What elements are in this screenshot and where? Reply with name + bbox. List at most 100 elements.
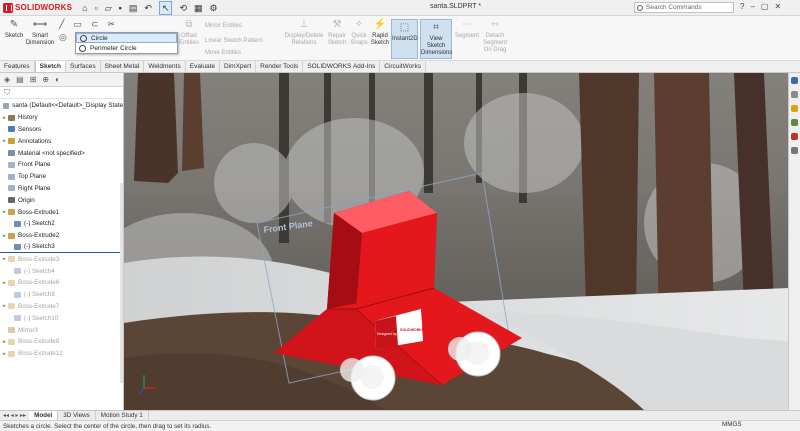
expand-arrow-icon[interactable]: ▸ [2, 256, 7, 262]
rapid-sketch-button[interactable]: ⚡ Rapid Sketch [370, 19, 390, 47]
restore-icon[interactable]: ▢ [761, 2, 769, 11]
move-entities-button[interactable]: Move Entities [205, 50, 241, 56]
appearances-icon[interactable] [791, 133, 798, 140]
print-icon[interactable]: ▤ [129, 2, 138, 14]
units-selector[interactable]: MMGS [722, 421, 742, 428]
tree-item[interactable]: (-) Sketch9 [0, 289, 123, 301]
tree-item[interactable]: ▸ Boss-Extrude1 [0, 206, 123, 218]
trim-icon[interactable]: ✂ [107, 19, 115, 30]
bottom-tab-motion-study-1[interactable]: Motion Study 1 [96, 410, 149, 421]
design-library-icon[interactable] [791, 91, 798, 98]
tree-root[interactable]: santa (Default<<Default>_Display State [0, 100, 123, 112]
tree-item[interactable]: Front Plane [0, 159, 123, 171]
tree-item[interactable]: Mirror3 [0, 324, 123, 336]
segment-button[interactable]: ⋯ Segment [454, 19, 480, 40]
dimxpert-tab-icon[interactable]: ⊕ [42, 75, 49, 84]
tree-item[interactable]: Top Plane [0, 171, 123, 183]
display-manager-tab-icon[interactable]: ◐ [55, 75, 60, 84]
rebuild-icon[interactable]: ⟲ [179, 2, 187, 14]
custom-properties-icon[interactable] [791, 147, 798, 154]
tab-circuitworks[interactable]: CircuitWorks [380, 61, 426, 72]
tab-features[interactable]: Features [0, 61, 35, 72]
rectangle-icon[interactable]: ▭ [73, 19, 82, 30]
panel-scrollbar[interactable] [120, 183, 123, 383]
tree-item[interactable]: Sensors [0, 124, 123, 136]
graphics-viewport[interactable]: Front Plane Designed by SOLIDWORKS [124, 73, 788, 410]
configuration-manager-tab-icon[interactable]: ⊞ [30, 75, 37, 84]
help-icon[interactable]: ? [740, 2, 744, 11]
file-properties-icon[interactable]: ▦ [194, 2, 203, 14]
tree-item[interactable]: ▸ Boss-Extrude2 [0, 230, 123, 242]
tree-item[interactable]: ▸ Boss-Extrude8 [0, 336, 123, 348]
new-icon[interactable]: ▫ [95, 2, 98, 14]
minimize-icon[interactable]: – [750, 2, 754, 11]
smart-dimension-button[interactable]: ⟷ Smart Dimension [25, 19, 55, 47]
tab-surfaces[interactable]: Surfaces [66, 61, 101, 72]
expand-arrow-icon[interactable]: ▸ [2, 233, 7, 239]
expand-arrow-icon[interactable]: ▸ [2, 138, 7, 144]
mirror-entities-button[interactable]: Mirror Entities [205, 23, 242, 29]
instant2d-button[interactable]: ⬚ Instant2D [391, 19, 418, 59]
tree-item[interactable]: Right Plane [0, 183, 123, 195]
undo-icon[interactable]: ↶ [144, 2, 152, 14]
select-icon[interactable]: ↖ [158, 0, 173, 15]
line-icon[interactable]: ╱ [59, 19, 64, 30]
expand-arrow-icon[interactable]: ▸ [2, 351, 7, 357]
tab-weldments[interactable]: Weldments [144, 61, 186, 72]
save-icon[interactable]: ▪ [119, 2, 122, 14]
circle-tool-icon[interactable]: ◎ [59, 32, 67, 43]
tree-item[interactable]: (-) Sketch4 [0, 265, 123, 277]
view-palette-icon[interactable] [791, 119, 798, 126]
tree-item[interactable]: ▸ Boss-Extrude12 [0, 348, 123, 360]
detach-segment-button[interactable]: ⇿ Detach Segment On Drag [481, 19, 509, 54]
expand-arrow-icon[interactable]: ▸ [2, 209, 7, 215]
expand-arrow-icon[interactable]: ▸ [2, 280, 7, 286]
solidworks-logo[interactable]: SOLIDWORKS [3, 2, 72, 14]
quick-snaps-button[interactable]: ✧ Quick Snaps [349, 19, 369, 47]
circle-option[interactable]: Circle [76, 33, 177, 43]
tree-item[interactable]: (-) Sketch2 [0, 218, 123, 230]
property-manager-tab-icon[interactable]: ▤ [16, 75, 24, 84]
tree-item[interactable]: ▸ Boss-Extrude7 [0, 301, 123, 313]
home-icon[interactable]: ⌂ [82, 2, 87, 14]
resources-icon[interactable] [791, 77, 798, 84]
filter-icon: ⛉ [4, 87, 10, 97]
tab-render-tools[interactable]: Render Tools [256, 61, 304, 72]
tab-dimxpert[interactable]: DimXpert [220, 61, 257, 72]
feature-manager-tab-icon[interactable]: ◈ [4, 75, 10, 84]
slot-icon[interactable]: ⊂ [91, 19, 99, 30]
tree-item[interactable]: ▸ History [0, 112, 123, 124]
perimeter-circle-option[interactable]: Perimeter Circle [76, 43, 177, 53]
tab-solidworks-add-ins[interactable]: SOLIDWORKS Add-Ins [303, 61, 381, 72]
expand-arrow-icon[interactable]: ▸ [2, 115, 7, 121]
open-icon[interactable]: ▱ [105, 2, 112, 14]
file-explorer-icon[interactable] [791, 105, 798, 112]
tab-evaluate[interactable]: Evaluate [186, 61, 221, 72]
bottom-tab-3d-views[interactable]: 3D Views [58, 410, 96, 421]
search-commands[interactable]: Search Commands [634, 2, 734, 13]
repair-sketch-button[interactable]: ⚒ Repair Sketch [326, 19, 348, 47]
linear-sketch-pattern-button[interactable]: Linear Sketch Pattern [205, 38, 263, 44]
tree-item[interactable]: Material <not specified> [0, 147, 123, 159]
sketch-icon: ✎ [9, 19, 19, 30]
expand-arrow-icon[interactable]: ▸ [2, 303, 7, 309]
tab-sketch[interactable]: Sketch [34, 61, 66, 72]
sketch-button[interactable]: ✎ Sketch [3, 19, 25, 40]
close-icon[interactable]: ✕ [774, 2, 781, 11]
tree-item[interactable]: ▸ Boss-Extrude3 [0, 253, 123, 265]
tree-item[interactable]: (-) Sketch3 [0, 242, 123, 254]
offset-entities-button[interactable]: ⧉ Offset Entities [176, 19, 202, 47]
options-icon[interactable]: ⚙ [210, 2, 218, 14]
tree-item[interactable]: ▸ Annotations [0, 135, 123, 147]
bottom-tab-model[interactable]: Model [29, 410, 59, 421]
view-sketch-dimensions-button[interactable]: ⌗ View Sketch Dimensions [420, 19, 452, 59]
tree-item[interactable]: (-) Sketch10 [0, 312, 123, 324]
tree-item[interactable]: ▸ Boss-Extrude6 [0, 277, 123, 289]
segment-icon: ⋯ [462, 19, 472, 30]
tab-sheet-metal[interactable]: Sheet Metal [101, 61, 145, 72]
tree-item[interactable]: Origin [0, 194, 123, 206]
tree-filter[interactable]: ⛉ [0, 87, 123, 99]
tab-nav-arrows[interactable]: ◂◂ ◂ ▸ ▸▸ [0, 412, 29, 419]
expand-arrow-icon[interactable]: ▸ [2, 339, 7, 345]
display-delete-relations-button[interactable]: ⊥ Display/Delete Relations [284, 19, 324, 47]
